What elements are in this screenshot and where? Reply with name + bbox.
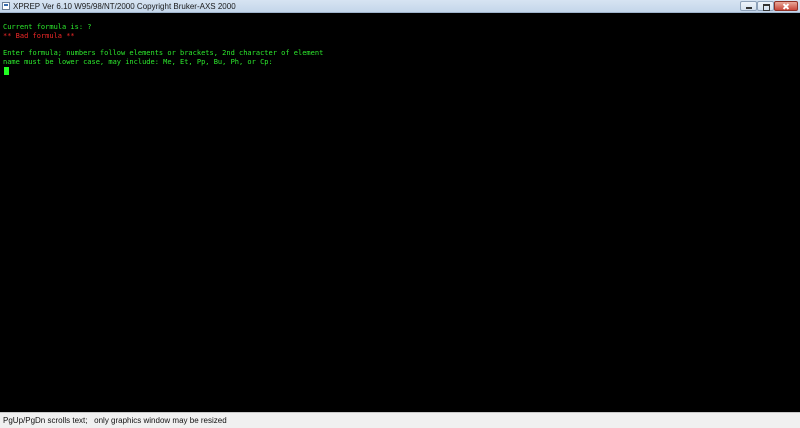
status-text: PgUp/PgDn scrolls text; only graphics wi…: [3, 416, 227, 425]
console-window-icon[interactable]: [2, 2, 10, 10]
text-cursor[interactable]: [4, 67, 9, 75]
console-line-bad-formula: ** Bad formula **: [3, 32, 75, 40]
title-bar[interactable]: XPREP Ver 6.10 W95/98/NT/2000 Copyright …: [0, 0, 800, 13]
xprep-window: XPREP Ver 6.10 W95/98/NT/2000 Copyright …: [0, 0, 800, 428]
console-area[interactable]: Current formula is: ? ** Bad formula ** …: [0, 14, 800, 412]
console-line-prompt-2: name must be lower case, may include: Me…: [3, 58, 273, 66]
console-line-prompt-1: Enter formula; numbers follow elements o…: [3, 49, 324, 57]
maximize-button[interactable]: [757, 1, 774, 11]
console-line-current-formula: Current formula is: ?: [3, 23, 92, 31]
minimize-button[interactable]: [740, 1, 757, 11]
status-bar: PgUp/PgDn scrolls text; only graphics wi…: [0, 412, 800, 428]
close-button[interactable]: [774, 1, 798, 11]
window-title: XPREP Ver 6.10 W95/98/NT/2000 Copyright …: [13, 2, 236, 11]
